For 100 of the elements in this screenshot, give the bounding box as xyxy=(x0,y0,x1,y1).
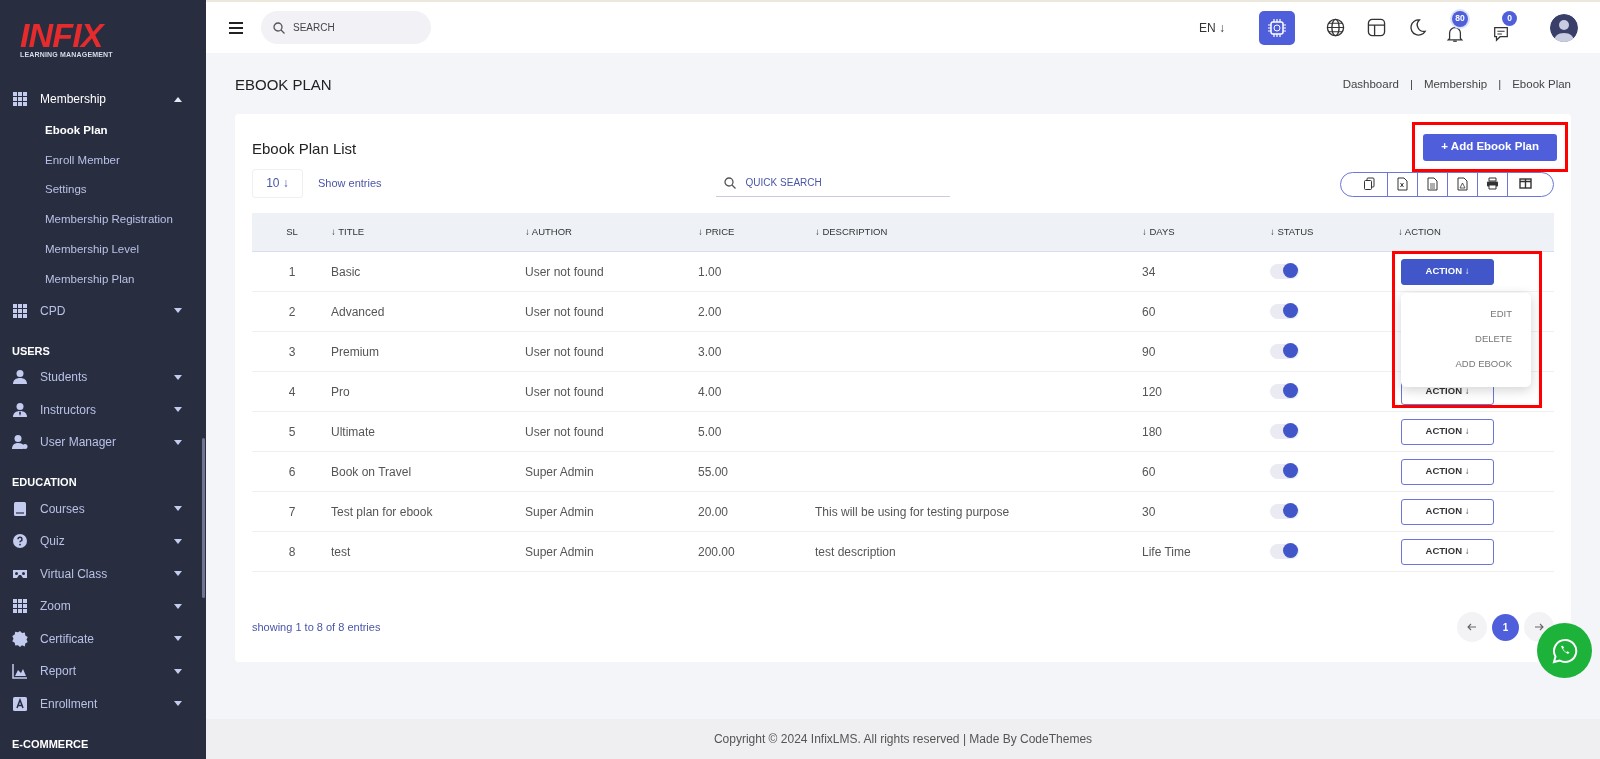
grid-icon xyxy=(12,302,28,319)
status-toggle[interactable] xyxy=(1270,464,1299,479)
page-title: EBOOK PLAN xyxy=(235,74,332,95)
action-button[interactable]: ACTION ↓ xyxy=(1401,538,1494,565)
table-cell-text: Book on Travel xyxy=(330,463,413,481)
sidebar-subitem[interactable]: Membership Plan xyxy=(0,264,190,295)
chat-icon[interactable] xyxy=(1492,24,1510,43)
sidebar-subitem[interactable]: Ebook Plan xyxy=(0,115,190,146)
card-title: Ebook Plan List xyxy=(252,138,357,159)
column-header[interactable]: ↓ STATUS xyxy=(1267,224,1395,240)
table-cell-text: 30 xyxy=(1141,503,1157,521)
table-cell-text: This will be using for testing purpose xyxy=(814,503,1011,521)
sidebar-item[interactable]: Membership xyxy=(0,83,198,116)
status-toggle[interactable] xyxy=(1270,344,1299,359)
sidebar-item[interactable]: Quiz xyxy=(0,524,198,558)
table-cell-text: 5.00 xyxy=(697,423,723,441)
table-cell-text: 7 xyxy=(287,503,297,521)
person-icon xyxy=(12,369,28,386)
column-header[interactable]: ↓ DESCRIPTION xyxy=(812,224,1139,240)
table-cell-text: User not found xyxy=(524,343,605,361)
ai-chip-button[interactable] xyxy=(1259,10,1295,45)
breadcrumb-link[interactable]: Dashboard xyxy=(1342,76,1399,94)
chat-float-button[interactable] xyxy=(1537,623,1592,678)
status-toggle[interactable] xyxy=(1270,384,1299,399)
chip-icon xyxy=(1267,17,1287,38)
status-toggle[interactable] xyxy=(1270,504,1299,519)
table-cell-text: 2.00 xyxy=(697,303,723,321)
table-cell-text: Life Time xyxy=(1141,543,1192,561)
badge-icon xyxy=(12,630,28,647)
breadcrumb-separator: | xyxy=(1409,77,1413,93)
section-heading: EDUCATION xyxy=(11,475,78,491)
breadcrumb-separator: | xyxy=(1498,77,1502,93)
table-cell-text: 120 xyxy=(1141,383,1164,401)
sidebar-item[interactable]: Students xyxy=(0,360,198,394)
quick-search-field[interactable]: QUICK SEARCH xyxy=(715,169,950,197)
question-icon xyxy=(12,533,28,550)
sidebar-subitem[interactable]: Settings xyxy=(0,175,190,205)
status-toggle[interactable] xyxy=(1270,424,1299,439)
copy-icon xyxy=(1362,177,1376,191)
table-cell-text: User not found xyxy=(524,383,605,401)
menu-item[interactable]: DELETE xyxy=(1475,330,1512,347)
table-cell-text: Advanced xyxy=(330,303,386,321)
sidebar-item[interactable]: Zoom xyxy=(0,589,198,623)
grid-icon xyxy=(12,598,28,615)
status-toggle[interactable] xyxy=(1270,304,1299,319)
page-size-select[interactable]: 10 ↓ xyxy=(252,168,303,198)
bell-icon[interactable] xyxy=(1446,24,1464,43)
action-button[interactable]: ACTION ↓ xyxy=(1401,498,1494,525)
sidebar-item[interactable]: Virtual Class xyxy=(0,557,198,590)
layout-icon[interactable] xyxy=(1367,18,1386,37)
column-header[interactable]: ↓ AUTHOR xyxy=(522,224,695,240)
sidebar-item[interactable]: Certificate xyxy=(0,622,198,655)
table-cell-text: 90 xyxy=(1141,343,1157,361)
status-toggle[interactable] xyxy=(1270,264,1299,279)
sidebar-item[interactable]: User Manager xyxy=(0,425,198,459)
print-icon xyxy=(1486,177,1499,191)
notification-count: 80 xyxy=(1452,10,1468,27)
enrollment-icon xyxy=(12,695,28,712)
column-header[interactable]: ↓ DAYS xyxy=(1139,224,1267,240)
table-cell-text: 55.00 xyxy=(697,463,730,481)
entries-summary: showing 1 to 8 of 8 entries xyxy=(252,619,381,635)
avatar[interactable] xyxy=(1550,13,1578,42)
table-cell-text: 1.00 xyxy=(697,263,723,281)
menu-item[interactable]: ADD EBOOK xyxy=(1455,355,1512,372)
sidebar-subitem[interactable]: Membership Level xyxy=(0,234,190,265)
sidebar-subitem[interactable]: Membership Registration xyxy=(0,204,190,235)
menu-item[interactable]: EDIT xyxy=(1490,305,1512,322)
page-button[interactable]: 1 xyxy=(1492,613,1519,641)
table-cell-text: User not found xyxy=(524,263,605,281)
table-cell-text: User not found xyxy=(524,303,605,321)
menu-icon[interactable] xyxy=(228,20,244,35)
moon-icon[interactable] xyxy=(1408,18,1427,37)
sidebar-item[interactable]: CPD xyxy=(0,294,198,327)
column-header[interactable]: SL xyxy=(252,224,328,240)
add-ebook-plan-button[interactable]: + Add Ebook Plan xyxy=(1423,133,1557,161)
action-button[interactable]: ACTION ↓ xyxy=(1401,258,1494,285)
globe-icon[interactable] xyxy=(1326,18,1345,37)
column-header[interactable]: ↓ PRICE xyxy=(695,224,812,240)
table-cell-text: test xyxy=(330,543,352,561)
action-button[interactable]: ACTION ↓ xyxy=(1401,458,1494,485)
grid-icon xyxy=(12,91,28,108)
action-button[interactable]: ACTION ↓ xyxy=(1401,418,1494,445)
search-icon xyxy=(723,177,736,189)
sidebar-item[interactable]: Enrollment xyxy=(0,687,198,720)
scrollbar[interactable] xyxy=(202,438,205,598)
sidebar-item[interactable]: Instructors xyxy=(0,393,198,426)
breadcrumb-link[interactable]: Ebook Plan xyxy=(1512,76,1571,94)
table-cell-text: Pro xyxy=(330,383,351,401)
language-selector[interactable]: EN ↓ xyxy=(1199,18,1225,37)
status-toggle[interactable] xyxy=(1270,544,1299,559)
sidebar-item[interactable]: Courses xyxy=(0,492,198,525)
table-cell-text: 3.00 xyxy=(697,343,723,361)
search-field[interactable]: SEARCH xyxy=(261,11,431,44)
column-header[interactable]: ↓ TITLE xyxy=(328,224,522,240)
search-icon xyxy=(273,22,285,34)
column-header[interactable]: ↓ ACTION xyxy=(1395,224,1554,240)
breadcrumb-link[interactable]: Membership xyxy=(1423,76,1488,94)
sidebar-item[interactable]: Report xyxy=(0,654,198,688)
sidebar-subitem[interactable]: Enroll Member xyxy=(0,145,190,176)
table-cell-text: 3 xyxy=(287,343,297,361)
